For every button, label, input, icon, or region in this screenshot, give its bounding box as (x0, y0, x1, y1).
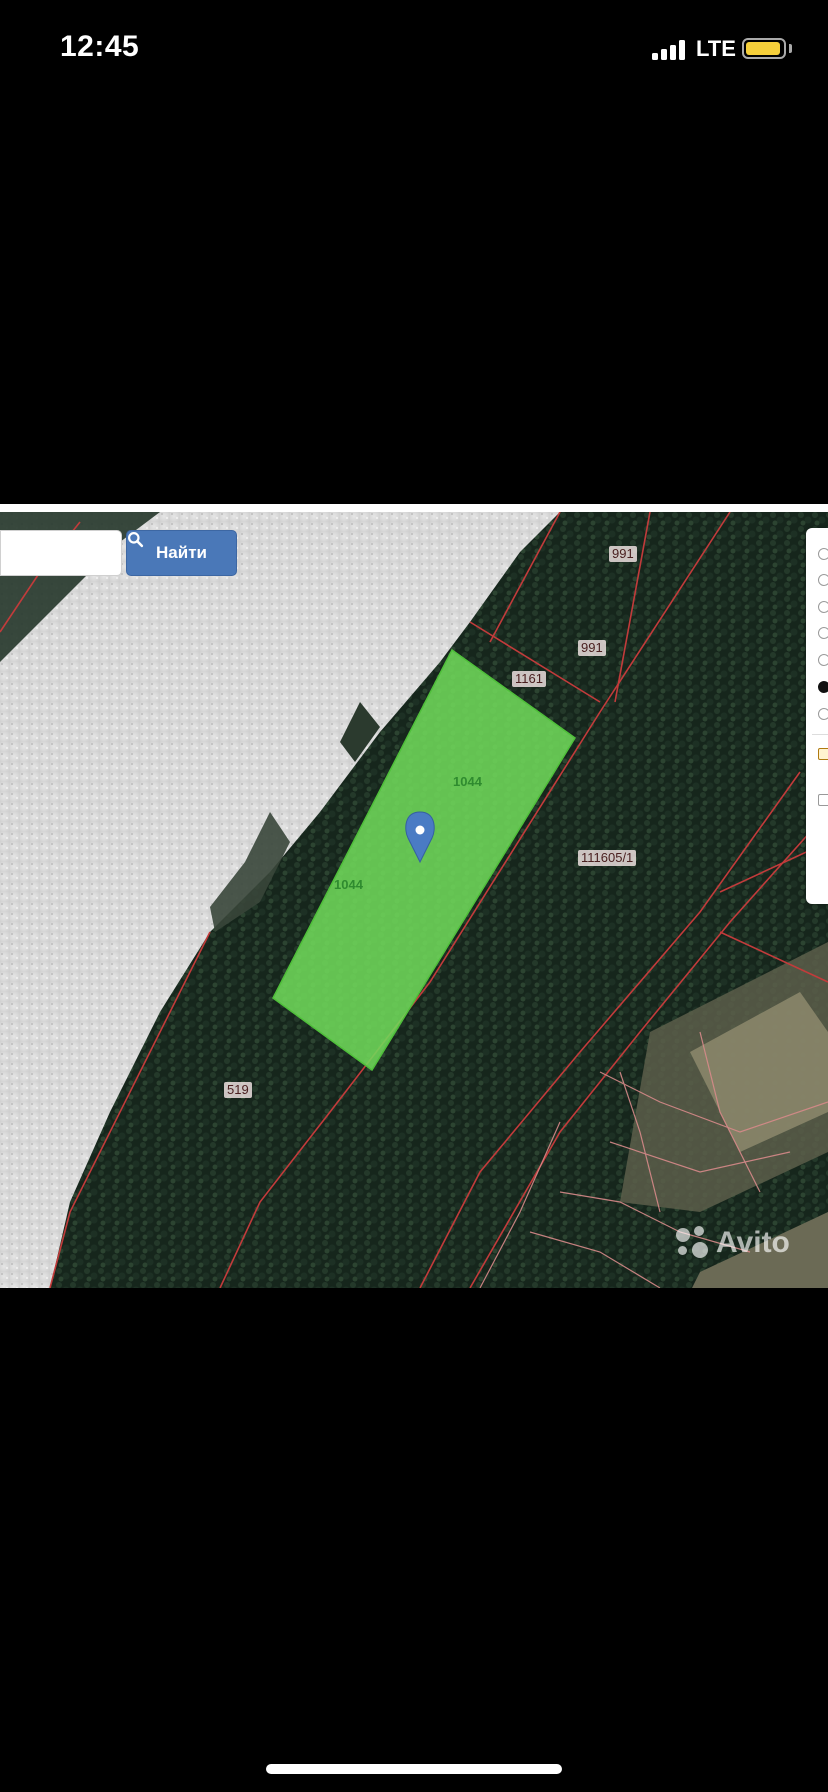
avito-logo-icon (676, 1226, 710, 1260)
layer-radio[interactable] (818, 708, 828, 720)
layer-radio[interactable] (818, 654, 828, 666)
status-bar: 12:45 LTE (0, 0, 828, 100)
layer-radio[interactable] (818, 601, 828, 613)
plot-label-1044[interactable]: 1044 (450, 774, 485, 790)
plot-label-519[interactable]: 519 (224, 1082, 252, 1098)
panel-divider (812, 734, 828, 735)
layer-radio-selected[interactable] (818, 681, 828, 693)
plot-label-111605[interactable]: 111605/1 (578, 850, 637, 866)
watermark-text: Avito (716, 1226, 790, 1259)
layer-radio[interactable] (818, 627, 828, 639)
plot-label-991[interactable]: 991 (609, 546, 637, 562)
avito-watermark: Avito (676, 1226, 790, 1260)
search-icon (128, 532, 144, 548)
layer-radio[interactable] (818, 574, 828, 586)
layer-checkbox[interactable] (818, 794, 828, 806)
battery-icon (742, 38, 786, 59)
network-type: LTE (696, 36, 736, 61)
home-indicator[interactable] (266, 1764, 562, 1774)
search-input[interactable] (0, 530, 122, 576)
plot-label-1161[interactable]: 1161 (512, 671, 546, 687)
status-time: 12:45 (60, 30, 140, 63)
search-button-label: Найти (156, 543, 207, 562)
layer-radio[interactable] (818, 548, 828, 560)
search-button[interactable]: Найти (126, 530, 237, 576)
layer-switcher-panel (806, 528, 828, 904)
cellular-signal-icon (652, 40, 688, 60)
layer-checkbox-checked[interactable] (818, 748, 828, 760)
plot-label-1044[interactable]: 1044 (331, 877, 366, 893)
battery-tip (789, 44, 792, 53)
satellite-map-canvas (0, 512, 828, 1288)
cadastral-map[interactable]: 991 991 1161 1044 1044 111605/1 519 Найт… (0, 512, 828, 1288)
map-screenshot: 991 991 1161 1044 1044 111605/1 519 Найт… (0, 504, 828, 1288)
plot-label-991[interactable]: 991 (578, 640, 606, 656)
